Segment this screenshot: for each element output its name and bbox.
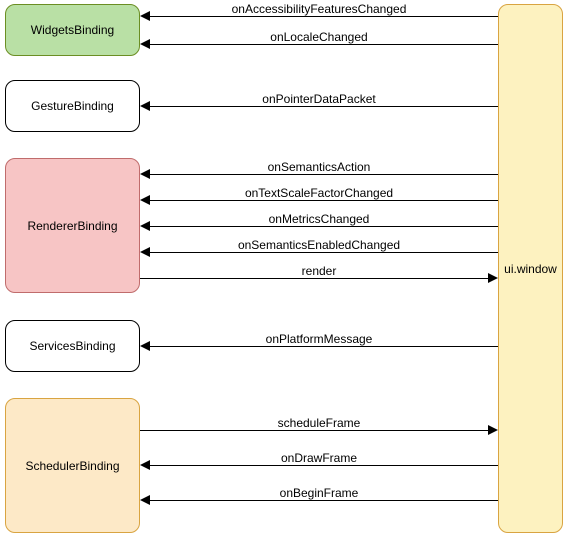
edge-label: onBeginFrame	[280, 486, 359, 500]
node-label: GestureBinding	[31, 99, 114, 113]
edge-line	[150, 500, 498, 501]
edge-line	[150, 106, 498, 107]
diagram-canvas: { "nodes":{ "widgets":"WidgetsBinding", …	[0, 0, 571, 541]
edge-label: onMetricsChanged	[269, 212, 370, 226]
edge-label: onAccessibilityFeaturesChanged	[232, 2, 407, 16]
edge-line	[150, 200, 498, 201]
node-scheduler-binding: SchedulerBinding	[5, 398, 140, 533]
edge-line	[150, 44, 498, 45]
arrow-head-left-icon	[140, 11, 150, 21]
edge-line	[150, 174, 498, 175]
node-widgets-binding: WidgetsBinding	[5, 4, 140, 56]
node-services-binding: ServicesBinding	[5, 320, 140, 372]
edge-label: onPointerDataPacket	[262, 92, 375, 106]
arrow-head-right-icon	[488, 273, 498, 283]
node-label: WidgetsBinding	[31, 23, 114, 37]
arrow-head-left-icon	[140, 460, 150, 470]
edge-label: onSemanticsAction	[268, 160, 371, 174]
edge-label: onTextScaleFactorChanged	[245, 186, 393, 200]
edge-line	[150, 465, 498, 466]
edge-line	[150, 252, 498, 253]
arrow-head-left-icon	[140, 341, 150, 351]
arrow-head-left-icon	[140, 39, 150, 49]
edge-label: onSemanticsEnabledChanged	[238, 238, 400, 252]
arrow-head-left-icon	[140, 101, 150, 111]
edge-line	[140, 430, 488, 431]
edge-label: scheduleFrame	[278, 416, 361, 430]
edge-label: onLocaleChanged	[270, 30, 367, 44]
node-label: RendererBinding	[27, 219, 117, 233]
node-label: ServicesBinding	[29, 339, 115, 353]
edge-line	[150, 226, 498, 227]
arrow-head-left-icon	[140, 169, 150, 179]
edge-label: render	[302, 264, 337, 278]
arrow-head-left-icon	[140, 495, 150, 505]
node-label: SchedulerBinding	[25, 459, 119, 473]
edge-line	[150, 16, 498, 17]
node-label: ui.window	[504, 262, 557, 276]
node-ui-window: ui.window	[498, 4, 563, 533]
arrow-head-left-icon	[140, 221, 150, 231]
edge-label: onDrawFrame	[281, 451, 357, 465]
arrow-head-left-icon	[140, 195, 150, 205]
node-gesture-binding: GestureBinding	[5, 80, 140, 132]
arrow-head-left-icon	[140, 247, 150, 257]
edge-label: onPlatformMessage	[266, 332, 373, 346]
node-renderer-binding: RendererBinding	[5, 158, 140, 293]
edge-line	[150, 346, 498, 347]
edge-line	[140, 278, 488, 279]
arrow-head-right-icon	[488, 425, 498, 435]
